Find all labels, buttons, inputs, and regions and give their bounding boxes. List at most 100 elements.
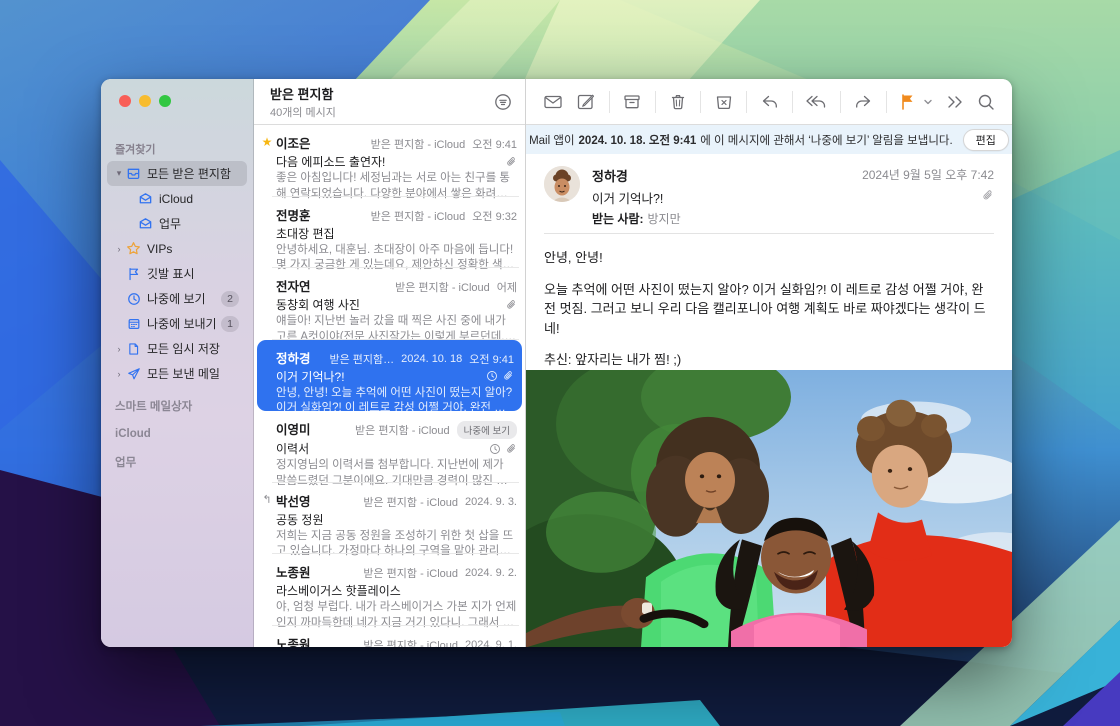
- get-mail-icon[interactable]: [542, 91, 564, 113]
- sidebar-section-smart-mailboxes[interactable]: 스마트 메일상자: [101, 386, 253, 416]
- sender-avatar[interactable]: [544, 166, 580, 202]
- message-sender: 이영미: [276, 419, 311, 438]
- chevron-down-icon[interactable]: ▾: [113, 168, 125, 179]
- star-icon: [125, 241, 142, 256]
- paperclip-icon: [505, 299, 517, 311]
- message-sender: 이조은: [276, 133, 311, 152]
- body-paragraph: 오늘 추억에 어떤 사진이 떴는지 알아? 이거 실화임?! 이 레트로 감성 …: [544, 280, 994, 339]
- message-list-header: 받은 편지함 40개의 메시지: [254, 79, 525, 125]
- forward-icon[interactable]: [852, 91, 874, 113]
- message-sender: 노종원: [276, 634, 311, 648]
- sidebar-item-label: 깃발 표시: [147, 265, 239, 282]
- message-row[interactable]: 노종원 받은 편지함 - iCloud 2024. 9. 1.: [254, 626, 525, 648]
- close-window-button[interactable]: [119, 95, 131, 107]
- flag-icon: [125, 267, 142, 281]
- message-list: 받은 편지함 40개의 메시지 ★ 이조은 받은 편지함 - iCloud오전 …: [254, 79, 526, 647]
- count-badge: 1: [221, 316, 239, 332]
- sidebar-item-label: VIPs: [147, 242, 239, 256]
- message-count: 40개의 메시지: [270, 104, 493, 120]
- message-date: 2024. 9. 2.: [465, 567, 517, 579]
- message-row[interactable]: 전자연 받은 편지함 - iCloud어제 동창회 여행 사진 얘들아! 지난번…: [254, 268, 525, 340]
- inbox-tray-icon: [125, 166, 142, 181]
- message-subject: 초대장 편집: [276, 225, 335, 242]
- message-date: 2024. 9. 1.: [465, 639, 517, 648]
- message-subject: 동창회 여행 사진: [276, 296, 360, 313]
- message-row[interactable]: ↰ 박선영 받은 편지함 - iCloud2024. 9. 3. 공동 정원 저…: [254, 483, 525, 555]
- mail-window: 즐겨찾기 ▾ 모든 받은 편지함 iCloud 업무 › VIPs: [101, 79, 1012, 647]
- message-sender: 박선영: [276, 491, 311, 510]
- message-rows: ★ 이조은 받은 편지함 - iCloud오전 9:41 다음 에피소드 출연자…: [254, 125, 525, 647]
- sidebar-item-label: 나중에 보내기: [147, 315, 221, 332]
- compose-icon[interactable]: [575, 91, 597, 113]
- document-icon: [125, 342, 142, 356]
- sidebar-item-flagged[interactable]: 깃발 표시: [107, 261, 247, 286]
- banner-datetime: 2024. 10. 18. 오전 9:41: [579, 132, 697, 148]
- junk-icon[interactable]: [713, 91, 735, 113]
- sidebar-item-all-sent[interactable]: › 모든 보낸 메일: [107, 361, 247, 386]
- sidebar-item-label: iCloud: [159, 192, 239, 206]
- message-row-selected[interactable]: 정하경 받은 편지함…2024. 10. 18오전 9:41 이거 기억나?! …: [257, 340, 522, 412]
- chevron-right-icon[interactable]: ›: [113, 344, 125, 354]
- message-header: 정하경 이거 기억나?! 받는 사람:방지만 2024년 9월 5일 오후 7:…: [526, 154, 1012, 234]
- attachment-photo[interactable]: [526, 370, 1012, 648]
- archive-icon[interactable]: [621, 91, 643, 113]
- mailbox-icon: [137, 216, 154, 231]
- sidebar-item-label: 모든 받은 편지함: [147, 165, 239, 182]
- message-mailbox: 받은 편지함 - iCloud: [363, 637, 458, 648]
- sidebar-item-icloud-inbox[interactable]: iCloud: [107, 186, 247, 211]
- body-paragraph: 안녕, 안녕!: [544, 248, 994, 268]
- sidebar-section-work[interactable]: 업무: [101, 442, 253, 472]
- message-row[interactable]: ★ 이조은 받은 편지함 - iCloud오전 9:41 다음 에피소드 출연자…: [254, 125, 525, 197]
- search-icon[interactable]: [976, 92, 996, 112]
- message-date: 오전 9:41: [472, 136, 517, 152]
- message-subject: 이거 기억나?!: [276, 368, 345, 385]
- zoom-window-button[interactable]: [159, 95, 171, 107]
- remind-later-badge: 나중에 보기: [457, 421, 517, 439]
- window-controls: [119, 95, 171, 107]
- sidebar-section-favorites: 즐겨찾기: [101, 137, 253, 161]
- message-sender: 전자연: [276, 276, 311, 295]
- chevron-right-icon[interactable]: ›: [113, 369, 125, 379]
- unread-badge: 2: [221, 291, 239, 307]
- sidebar-item-send-later[interactable]: 나중에 보내기 1: [107, 311, 247, 336]
- remind-clock-icon: [489, 443, 501, 455]
- reading-pane: Mail 앱이 2024. 10. 18. 오전 9:41에 이 메시지에 관해…: [526, 79, 1012, 647]
- replied-arrow-icon: ↰: [262, 493, 271, 547]
- flag-icon[interactable]: [898, 92, 918, 112]
- sidebar-item-work-inbox[interactable]: 업무: [107, 211, 247, 236]
- filter-icon[interactable]: [493, 92, 513, 112]
- paperplane-icon: [125, 367, 142, 381]
- edit-reminder-button[interactable]: 편집: [963, 129, 1009, 151]
- message-sender-name[interactable]: 정하경: [592, 166, 862, 185]
- message-mailbox: 받은 편지함 - iCloud: [371, 208, 466, 224]
- trash-icon[interactable]: [667, 91, 689, 113]
- sidebar-item-all-inboxes[interactable]: ▾ 모든 받은 편지함: [107, 161, 247, 186]
- paperclip-icon: [505, 156, 517, 168]
- message-subject: 공동 정원: [276, 511, 324, 528]
- reply-icon[interactable]: [759, 91, 781, 113]
- message-row[interactable]: 노종원 받은 편지함 - iCloud2024. 9. 2. 라스베이거스 핫플…: [254, 554, 525, 626]
- sidebar-section-icloud[interactable]: iCloud: [101, 416, 253, 442]
- to-recipient[interactable]: 방지만: [648, 212, 681, 226]
- message-sender: 정하경: [276, 348, 311, 367]
- reply-all-icon[interactable]: [804, 91, 828, 113]
- message-sender: 노종원: [276, 562, 311, 581]
- paperclip-icon: [505, 443, 517, 455]
- mailbox-title: 받은 편지함: [270, 84, 493, 103]
- paperclip-icon: [502, 370, 514, 382]
- sidebar-item-vips[interactable]: › VIPs: [107, 236, 247, 261]
- remind-clock-icon: [486, 370, 498, 382]
- minimize-window-button[interactable]: [139, 95, 151, 107]
- message-mailbox: 받은 편지함 - iCloud: [363, 565, 458, 581]
- message-row[interactable]: 이영미 받은 편지함 - iCloud나중에 보기 이력서 정지영님의 이력서를…: [254, 411, 525, 483]
- sidebar-item-remind-later[interactable]: 나중에 보기 2: [107, 286, 247, 311]
- chevron-right-icon[interactable]: ›: [113, 244, 125, 254]
- body-paragraph: 추신: 앞자리는 내가 찜! ;): [544, 350, 994, 370]
- sidebar-item-all-drafts[interactable]: › 모든 임시 저장: [107, 336, 247, 361]
- flag-chevron-icon[interactable]: [923, 97, 933, 107]
- overflow-chevrons-icon[interactable]: [945, 94, 965, 110]
- sidebar: 즐겨찾기 ▾ 모든 받은 편지함 iCloud 업무 › VIPs: [101, 79, 254, 647]
- message-date: 2024. 10. 18: [401, 353, 462, 365]
- message-row[interactable]: 전명훈 받은 편지함 - iCloud오전 9:32 초대장 편집 안녕하세요,…: [254, 197, 525, 269]
- message-sender: 전명훈: [276, 205, 311, 224]
